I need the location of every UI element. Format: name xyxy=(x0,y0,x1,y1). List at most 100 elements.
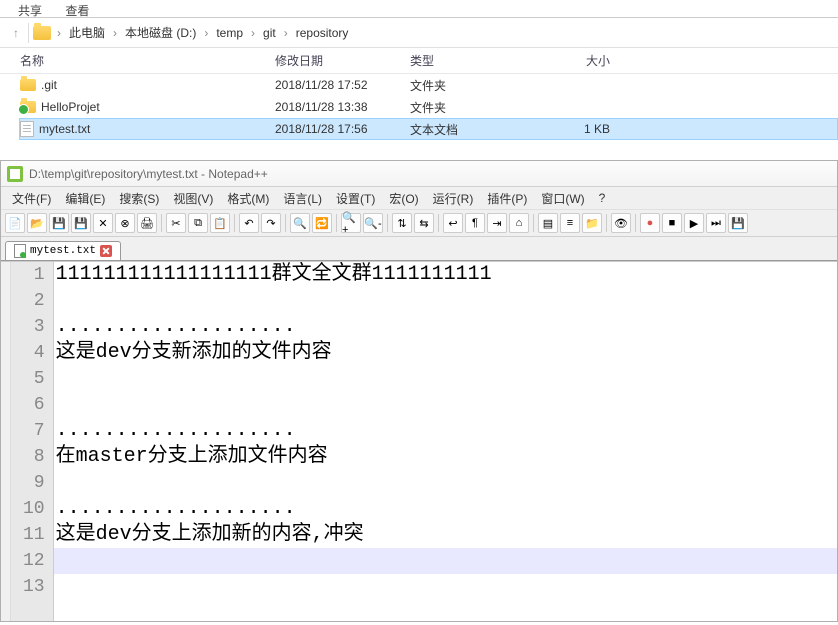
menu-item[interactable]: 编辑(E) xyxy=(58,188,112,209)
indent-icon[interactable]: ⇥ xyxy=(487,213,507,233)
chars-icon[interactable]: ¶ xyxy=(465,213,485,233)
file-name: mytest.txt xyxy=(39,122,90,136)
code-line[interactable]: 这是dev分支上添加新的内容,冲突 xyxy=(54,522,837,548)
line-number: 4 xyxy=(23,340,45,366)
new-icon[interactable]: 📄 xyxy=(5,213,25,233)
menu-item[interactable]: 窗口(W) xyxy=(534,188,591,209)
sync-h-icon[interactable]: ⇆ xyxy=(414,213,434,233)
close-all-icon[interactable]: ⊗ xyxy=(115,213,135,233)
code-line[interactable]: 111111111111111111群文全文群1111111111 xyxy=(54,262,837,288)
column-headers: 名称 修改日期 类型 大小 xyxy=(0,48,838,74)
menu-item[interactable]: 宏(O) xyxy=(382,188,425,209)
paste-icon[interactable]: 📋 xyxy=(210,213,230,233)
nav-up-icon[interactable]: ↑ xyxy=(4,21,28,45)
code-line[interactable]: 在master分支上添加文件内容 xyxy=(54,444,837,470)
close-tab-icon[interactable] xyxy=(100,245,112,257)
line-number: 10 xyxy=(23,496,45,522)
doc-map-icon[interactable]: ▤ xyxy=(538,213,558,233)
menu-item[interactable]: 运行(R) xyxy=(426,188,481,209)
ribbon-tab-share[interactable]: 共享 xyxy=(8,0,52,21)
menu-item[interactable]: 格式(M) xyxy=(220,188,276,209)
wrap-icon[interactable]: ↩ xyxy=(443,213,463,233)
line-number: 6 xyxy=(23,392,45,418)
line-gutter[interactable]: 12345678910111213 xyxy=(11,262,54,621)
code-line[interactable]: .................... xyxy=(54,418,837,444)
code-line[interactable] xyxy=(54,470,837,496)
code-line[interactable]: .................... xyxy=(54,496,837,522)
play-icon[interactable]: ▶ xyxy=(684,213,704,233)
sync-v-icon[interactable]: ⇅ xyxy=(392,213,412,233)
col-type[interactable]: 类型 xyxy=(410,52,530,69)
breadcrumb-item[interactable]: temp xyxy=(210,22,249,44)
func-list-icon[interactable]: ≡ xyxy=(560,213,580,233)
title-bar[interactable]: D:\temp\git\repository\mytest.txt - Note… xyxy=(1,161,837,187)
menu-item[interactable]: ? xyxy=(592,189,613,207)
window-title: D:\temp\git\repository\mytest.txt - Note… xyxy=(29,167,268,181)
save-icon[interactable]: 💾 xyxy=(49,213,69,233)
line-number: 8 xyxy=(23,444,45,470)
chevron-right-icon[interactable]: › xyxy=(249,26,257,40)
file-tab[interactable]: mytest.txt xyxy=(5,241,121,260)
close-icon[interactable]: ✕ xyxy=(93,213,113,233)
save-macro-icon[interactable]: 💾 xyxy=(728,213,748,233)
fold-margin[interactable] xyxy=(1,262,11,621)
file-row[interactable]: HelloProjet2018/11/28 13:38文件夹 xyxy=(20,96,838,118)
toolbar-separator xyxy=(387,214,388,232)
chevron-right-icon[interactable]: › xyxy=(282,26,290,40)
breadcrumb-item[interactable]: repository xyxy=(290,22,355,44)
menu-item[interactable]: 语言(L) xyxy=(276,188,329,209)
menu-item[interactable]: 设置(T) xyxy=(329,188,382,209)
zoom-out-icon[interactable]: 🔍- xyxy=(363,213,383,233)
code-area[interactable]: 111111111111111111群文全文群1111111111.......… xyxy=(54,262,837,621)
toolbar-separator xyxy=(606,214,607,232)
col-name[interactable]: 名称 xyxy=(20,52,275,69)
copy-icon[interactable]: ⧉ xyxy=(188,213,208,233)
line-number: 2 xyxy=(23,288,45,314)
cut-icon[interactable]: ✂ xyxy=(166,213,186,233)
editor: 12345678910111213 111111111111111111群文全文… xyxy=(1,261,837,621)
code-line[interactable] xyxy=(54,366,837,392)
find-icon[interactable]: 🔍 xyxy=(290,213,310,233)
folder-icon[interactable]: 📁 xyxy=(582,213,602,233)
monitor-icon[interactable]: 👁 xyxy=(611,213,631,233)
ribbon-tab-view[interactable]: 查看 xyxy=(55,0,99,21)
menu-item[interactable]: 文件(F) xyxy=(5,188,58,209)
menu-item[interactable]: 搜索(S) xyxy=(112,188,166,209)
code-line[interactable] xyxy=(54,548,837,574)
code-line[interactable]: .................... xyxy=(54,314,837,340)
save-all-icon[interactable]: 💾 xyxy=(71,213,91,233)
chevron-right-icon[interactable]: › xyxy=(111,26,119,40)
file-row[interactable]: .git2018/11/28 17:52文件夹 xyxy=(20,74,838,96)
breadcrumb-item[interactable]: 本地磁盘 (D:) xyxy=(119,20,202,45)
record-icon[interactable]: ● xyxy=(640,213,660,233)
code-line[interactable]: 这是dev分支新添加的文件内容 xyxy=(54,340,837,366)
toolbar-separator xyxy=(336,214,337,232)
zoom-in-icon[interactable]: 🔍+ xyxy=(341,213,361,233)
toolbar: 📄📂💾💾✕⊗🖨✂⧉📋↶↷🔍🔁🔍+🔍-⇅⇆↩¶⇥⌂▤≡📁👁●■▶⏭💾 xyxy=(1,209,837,237)
chevron-right-icon[interactable]: › xyxy=(55,26,63,40)
line-number: 5 xyxy=(23,366,45,392)
stop-icon[interactable]: ■ xyxy=(662,213,682,233)
code-line[interactable] xyxy=(54,392,837,418)
col-date[interactable]: 修改日期 xyxy=(275,52,410,69)
file-type: 文件夹 xyxy=(410,99,530,116)
chevron-right-icon[interactable]: › xyxy=(202,26,210,40)
file-type: 文件夹 xyxy=(410,77,530,94)
breadcrumb-item[interactable]: git xyxy=(257,22,282,44)
code-line[interactable] xyxy=(54,288,837,314)
drive-icon[interactable] xyxy=(33,26,51,40)
file-row[interactable]: mytest.txt2018/11/28 17:56文本文档1 KB xyxy=(19,118,838,140)
redo-icon[interactable]: ↷ xyxy=(261,213,281,233)
menu-item[interactable]: 插件(P) xyxy=(480,188,534,209)
breadcrumb-item[interactable]: 此电脑 xyxy=(63,20,111,45)
print-icon[interactable]: 🖨 xyxy=(137,213,157,233)
undo-icon[interactable]: ↶ xyxy=(239,213,259,233)
file-list: .git2018/11/28 17:52文件夹HelloProjet2018/1… xyxy=(0,74,838,140)
lang-icon[interactable]: ⌂ xyxy=(509,213,529,233)
open-icon[interactable]: 📂 xyxy=(27,213,47,233)
col-size[interactable]: 大小 xyxy=(530,52,610,69)
replace-icon[interactable]: 🔁 xyxy=(312,213,332,233)
code-line[interactable] xyxy=(54,574,837,600)
play-multi-icon[interactable]: ⏭ xyxy=(706,213,726,233)
menu-item[interactable]: 视图(V) xyxy=(166,188,220,209)
